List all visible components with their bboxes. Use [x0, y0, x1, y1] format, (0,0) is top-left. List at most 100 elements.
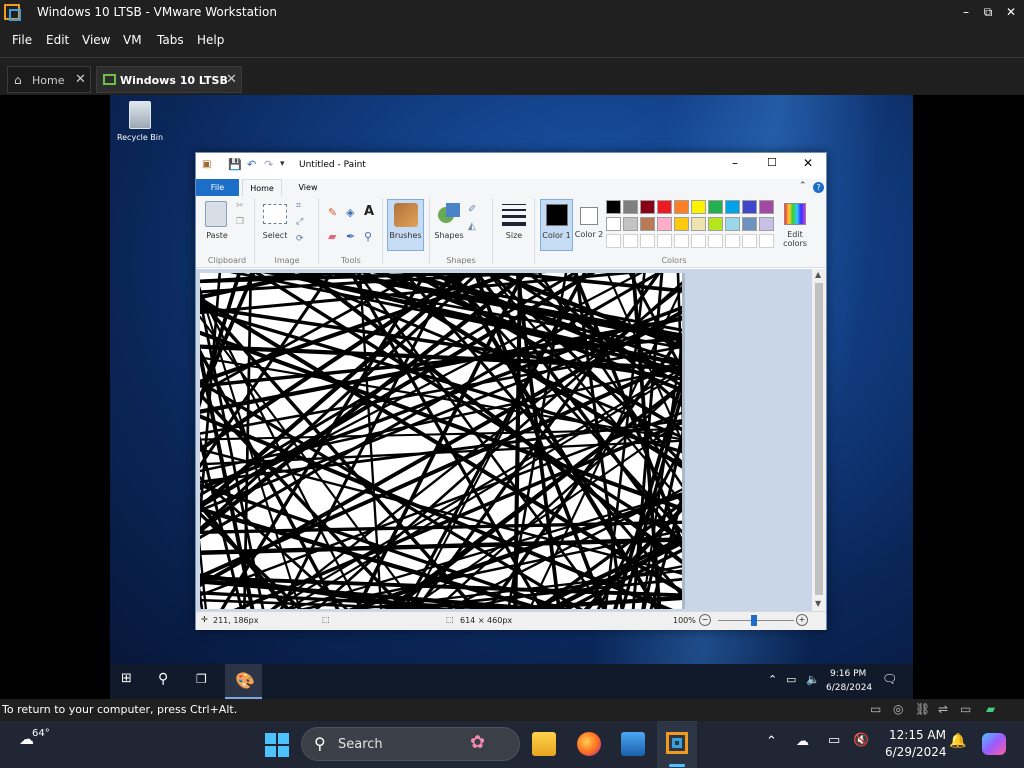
guest-task-view-icon[interactable]: ❐ — [196, 672, 207, 686]
hdd-status-icon[interactable]: ▭ — [870, 702, 881, 716]
palette-swatch[interactable] — [623, 200, 638, 214]
rotate-icon[interactable]: ⟳ — [296, 234, 304, 244]
help-icon[interactable]: ? — [813, 182, 824, 193]
tab-home[interactable]: ⌂ Home ✕ — [7, 66, 91, 93]
palette-swatch[interactable] — [708, 234, 723, 248]
file-explorer-icon[interactable] — [532, 732, 556, 756]
palette-swatch[interactable] — [606, 234, 621, 248]
size-button[interactable]: Size — [499, 231, 529, 240]
usb-status-icon[interactable]: ⇌ — [938, 702, 948, 716]
shapes-button[interactable]: Shapes — [432, 231, 466, 240]
palette-swatch[interactable] — [657, 234, 672, 248]
palette-swatch[interactable] — [657, 217, 672, 231]
menu-file[interactable]: File — [12, 33, 32, 47]
display-status-icon[interactable]: ▭ — [960, 702, 971, 716]
drawing-canvas[interactable] — [200, 273, 682, 609]
pencil-icon[interactable]: ✎ — [328, 206, 337, 219]
palette-swatch[interactable] — [623, 234, 638, 248]
palette-swatch[interactable] — [640, 200, 655, 214]
palette-swatch[interactable] — [606, 200, 621, 214]
palette-swatch[interactable] — [674, 200, 689, 214]
host-search-box[interactable]: ⚲ Search ✿ — [301, 727, 520, 761]
palette-swatch[interactable] — [691, 200, 706, 214]
host-network-icon[interactable]: ▭ — [828, 733, 840, 748]
color-picker-icon[interactable]: ✒ — [346, 230, 355, 243]
menu-tabs[interactable]: Tabs — [157, 33, 184, 47]
crop-icon[interactable]: ⌗ — [296, 201, 301, 211]
paint-tab-view[interactable]: View — [288, 179, 328, 196]
host-start-button[interactable] — [265, 733, 289, 757]
guest-tray-chevron-icon[interactable]: ⌃ — [768, 673, 777, 686]
menu-view[interactable]: View — [82, 33, 110, 47]
color2-button[interactable]: Color 2 — [574, 199, 604, 251]
guest-taskbar-paint-button[interactable]: 🎨 — [225, 664, 262, 699]
palette-swatch[interactable] — [759, 217, 774, 231]
network-status-icon[interactable]: ⛓ — [915, 702, 930, 716]
quick-redo-icon[interactable]: ↷ — [264, 158, 273, 171]
brushes-button[interactable]: Brushes — [387, 199, 424, 251]
palette-swatch[interactable] — [759, 200, 774, 214]
host-volume-muted-icon[interactable]: 🔇 — [853, 733, 869, 748]
palette-swatch[interactable] — [640, 234, 655, 248]
vertical-scrollbar[interactable]: ▲ ▼ — [812, 269, 826, 611]
quick-undo-icon[interactable]: ↶ — [247, 158, 256, 171]
copilot-icon[interactable] — [982, 733, 1006, 755]
paint-close-button[interactable]: ✕ — [803, 156, 813, 170]
close-button[interactable]: ✕ — [999, 2, 1023, 22]
host-notification-bell-icon[interactable]: 🔔 — [949, 733, 966, 749]
palette-swatch[interactable] — [742, 234, 757, 248]
palette-swatch[interactable] — [725, 217, 740, 231]
resize-icon[interactable]: ⤢ — [296, 217, 303, 227]
palette-swatch[interactable] — [674, 234, 689, 248]
fill-shape-icon[interactable]: ◭ — [468, 221, 476, 232]
palette-swatch[interactable] — [640, 217, 655, 231]
tab-vm-close-icon[interactable]: ✕ — [226, 72, 237, 87]
select-button[interactable]: Select — [259, 231, 291, 240]
text-tool-icon[interactable]: A — [364, 204, 374, 219]
zoom-in-button[interactable]: + — [796, 614, 808, 626]
palette-swatch[interactable] — [606, 217, 621, 231]
eraser-icon[interactable]: ▰ — [328, 230, 336, 243]
scroll-up-icon[interactable]: ▲ — [815, 270, 821, 279]
minimize-button[interactable]: – — [954, 2, 978, 22]
guest-start-icon[interactable]: ⊞ — [121, 671, 132, 686]
copy-icon[interactable]: ❐ — [236, 217, 244, 227]
fill-icon[interactable]: ◈ — [346, 206, 354, 219]
palette-swatch[interactable] — [742, 200, 757, 214]
palette-swatch[interactable] — [691, 234, 706, 248]
maximize-button[interactable]: ⧉ — [976, 2, 1000, 22]
palette-swatch[interactable] — [708, 200, 723, 214]
firefox-icon[interactable] — [577, 732, 601, 756]
palette-swatch[interactable] — [742, 217, 757, 231]
palette-swatch[interactable] — [674, 217, 689, 231]
palette-swatch[interactable] — [725, 234, 740, 248]
outline-icon[interactable]: ✐ — [468, 204, 476, 215]
photos-app-icon[interactable] — [621, 732, 645, 756]
menu-help[interactable]: Help — [197, 33, 224, 47]
cd-status-icon[interactable]: ◎ — [893, 702, 903, 716]
scroll-down-icon[interactable]: ▼ — [815, 599, 821, 608]
menu-vm[interactable]: VM — [123, 33, 142, 47]
edit-colors-button[interactable]: Edit colors — [780, 199, 810, 251]
guest-network-icon[interactable]: ▭ — [786, 673, 796, 686]
host-onedrive-icon[interactable]: ☁ — [796, 734, 809, 749]
canvas-resize-edge[interactable] — [682, 273, 685, 609]
message-status-icon[interactable]: ▰ — [986, 702, 995, 716]
host-vmware-taskbar-button[interactable] — [657, 721, 697, 768]
scroll-thumb[interactable] — [815, 283, 823, 595]
tab-home-close-icon[interactable]: ✕ — [75, 72, 86, 87]
guest-volume-icon[interactable]: 🔈 — [806, 673, 820, 686]
magnifier-icon[interactable]: ⚲ — [364, 230, 372, 243]
color1-button[interactable]: Color 1 — [540, 199, 573, 251]
quick-save-icon[interactable]: 💾 — [228, 158, 242, 171]
palette-swatch[interactable] — [759, 234, 774, 248]
quick-access-dropdown-icon[interactable]: ▾ — [280, 159, 285, 169]
guest-notification-icon[interactable]: 🗨 — [882, 672, 897, 686]
paint-tab-home[interactable]: Home — [242, 179, 282, 196]
paint-minimize-button[interactable]: – — [732, 156, 738, 170]
palette-swatch[interactable] — [708, 217, 723, 231]
cut-icon[interactable]: ✂ — [236, 201, 244, 211]
zoom-slider-thumb[interactable] — [750, 615, 757, 626]
guest-search-icon[interactable]: ⚲ — [158, 671, 168, 687]
palette-swatch[interactable] — [623, 217, 638, 231]
